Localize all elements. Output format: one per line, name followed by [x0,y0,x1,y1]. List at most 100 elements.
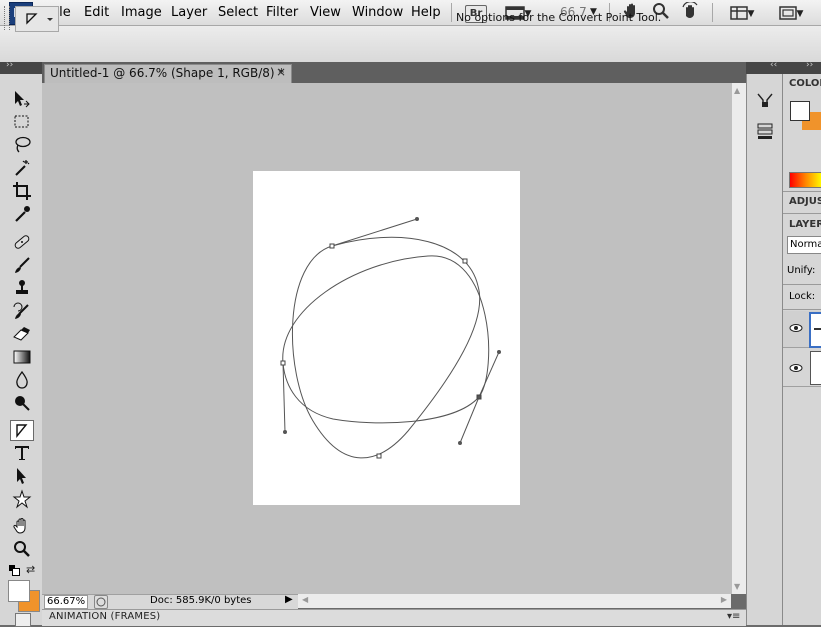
magic-wand-icon [15,160,30,176]
history-brush-icon [13,302,29,319]
options-bar-grip[interactable] [4,6,10,30]
path-curve-1[interactable] [292,236,481,459]
zoom-tool[interactable] [10,539,34,559]
panel-divider [783,191,821,192]
close-tab-icon[interactable]: × [276,65,286,79]
anchor-point[interactable] [280,360,286,366]
status-menu-arrow-icon[interactable]: ▶ [285,594,293,605]
lock-label: Lock: [789,291,816,302]
water-drop-icon [16,370,28,389]
scroll-right-icon[interactable]: ▶ [721,595,727,604]
magnifier-icon [14,541,30,557]
toolbar-separator [451,3,452,22]
handle-endpoint[interactable] [458,441,462,445]
animation-panel-tab[interactable]: ANIMATION (FRAMES) [49,611,160,622]
eye-icon[interactable] [789,322,803,336]
dodge-tool[interactable] [10,393,34,413]
rotate-view-button[interactable] [680,1,702,22]
clone-stamp-tool[interactable] [10,278,34,298]
status-info-button[interactable] [94,595,108,609]
options-message: No options for the Convert Point Tool. [456,11,662,24]
handle-endpoint[interactable] [415,217,419,221]
color-panel-tab[interactable]: COLOR [789,78,821,89]
custom-shape-tool[interactable] [10,489,34,509]
crop-icon [13,182,31,200]
color-ramp[interactable] [789,172,821,188]
anchor-point[interactable] [462,258,468,264]
foreground-color-swatch[interactable] [8,580,30,602]
scroll-up-icon[interactable]: ▲ [734,86,740,95]
brush-tool[interactable] [10,255,34,275]
brush-icon [15,257,30,273]
horizontal-scrollbar[interactable]: ◀ ▶ [298,594,731,608]
menu-help[interactable]: Help [411,5,441,20]
marquee-tool[interactable] [10,112,34,132]
swap-colors-icon[interactable]: ⇄ [26,563,35,576]
options-bar [0,26,821,63]
gradient-tool[interactable] [10,347,34,367]
dock-header[interactable]: ›› [782,60,821,74]
shape-icon [12,489,32,509]
path-curve-2[interactable] [282,255,490,424]
rect-marquee-icon [14,115,29,128]
scroll-left-icon[interactable]: ◀ [302,595,308,604]
move-tool[interactable] [10,89,34,109]
anchor-point[interactable] [329,243,335,249]
layers-panel-tab[interactable]: LAYER [789,219,821,230]
direction-handle [459,396,480,444]
eraser-icon [13,327,30,341]
convert-point-icon [26,13,53,25]
direction-handle [478,351,500,398]
arrange-documents-button[interactable]: ▼ [724,2,760,22]
eyedropper-icon [15,206,30,222]
actions-panel-button[interactable] [755,121,775,144]
lasso-tool[interactable] [10,135,34,155]
history-brush-tool[interactable] [10,301,34,321]
healing-brush-tool[interactable] [10,232,34,252]
panel-menu-icon[interactable]: ▾≡ [727,611,740,622]
menu-edit[interactable]: Edit [84,5,109,20]
adjustments-panel-tab[interactable]: ADJUS [789,196,821,207]
shape-path[interactable] [253,171,520,505]
stamp-icon [16,280,28,294]
eraser-tool[interactable] [10,324,34,344]
panel-foreground-swatch[interactable] [790,101,810,121]
path-selection-tool[interactable] [10,466,34,486]
tools-panel-header[interactable]: ›› [0,60,42,74]
clock-icon [96,597,106,607]
menu-window[interactable]: Window [352,5,403,20]
anchor-point-selected[interactable] [476,394,482,400]
blur-tool[interactable] [10,370,34,390]
eye-icon[interactable] [789,362,803,376]
default-colors-icon[interactable] [9,565,20,576]
eyedropper-tool[interactable] [10,204,34,224]
arrow-pointer-icon [17,468,26,484]
blend-mode-select[interactable]: Norma [787,236,821,254]
convert-point-tool[interactable] [10,420,34,441]
type-tool[interactable] [10,443,34,463]
layer-thumbnail [810,351,821,385]
menu-filter[interactable]: Filter [266,5,298,20]
magic-wand-tool[interactable] [10,158,34,178]
scroll-down-icon[interactable]: ▼ [734,582,740,591]
tool-preset-picker[interactable] [15,6,59,32]
vertical-scrollbar[interactable]: ▲ ▼ [731,83,746,594]
handle-endpoint[interactable] [497,350,501,354]
menu-select[interactable]: Select [218,5,258,20]
hand-tool[interactable] [10,516,34,536]
history-panel-button[interactable] [755,90,775,113]
panel-divider [783,284,821,285]
menu-view[interactable]: View [310,5,341,20]
menu-layer[interactable]: Layer [171,5,207,20]
screen-mode-button[interactable]: ▼ [773,2,809,22]
handle-endpoint[interactable] [283,430,287,434]
crop-tool[interactable] [10,181,34,201]
move-icon [15,91,30,108]
rotate-hand-icon [682,1,698,18]
anchor-point[interactable] [376,453,382,459]
hand-icon [13,518,26,534]
status-zoom-field[interactable]: 66.67% [44,595,88,609]
menu-image[interactable]: Image [121,5,162,20]
dock-header[interactable]: ‹‹ [746,60,782,74]
panel-dock-icons [746,62,783,625]
